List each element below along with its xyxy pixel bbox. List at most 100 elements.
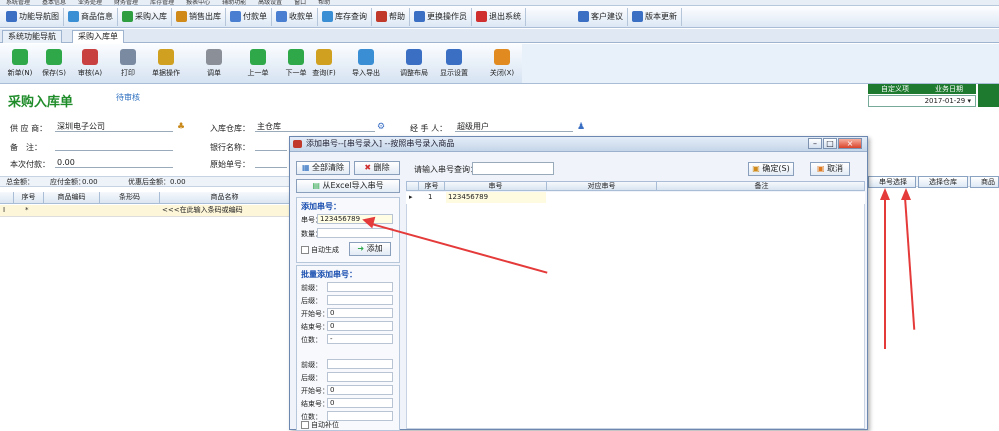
tab-purchase-receipt[interactable]: 采购入库单	[72, 30, 124, 43]
display-settings-button[interactable]: 显示设置	[436, 47, 472, 81]
audit-button[interactable]: 审核(A)	[72, 47, 108, 81]
serial-col-serial: 串号	[445, 182, 547, 191]
document-header	[0, 85, 999, 115]
new-button[interactable]: 新单(N)	[2, 47, 38, 81]
batch-field-input[interactable]	[327, 282, 393, 292]
batch-add-title: 批量添加串号：	[301, 270, 357, 279]
custom-fields-tab[interactable]: 自定义项	[868, 84, 922, 94]
quick-switch-user-button[interactable]: 更换操作员	[410, 7, 472, 26]
payment-label: 本次付款：	[10, 160, 50, 169]
pick-doc-icon	[206, 49, 222, 65]
batch-field-input[interactable]: 0	[327, 321, 393, 331]
quick-payment-button[interactable]: 付款单	[226, 7, 272, 26]
quick-product-button[interactable]: 商品信息	[64, 7, 118, 26]
batch-field-input[interactable]: 0	[327, 308, 393, 318]
toolbar-label: 调单	[207, 69, 221, 77]
batch-field-label: 后缀：	[301, 297, 322, 305]
auto-generate-checkbox[interactable]	[301, 246, 309, 254]
delete-button[interactable]: ✖ 删除	[354, 161, 400, 175]
serial-col-num: 序号	[419, 182, 445, 191]
batch-field-input[interactable]	[327, 295, 393, 305]
payment-field[interactable]: 0.00	[55, 158, 173, 168]
quick-update-button[interactable]: 版本更新	[628, 7, 682, 26]
quick-label: 退出系统	[489, 12, 521, 21]
import-export-button[interactable]: 导入导出	[348, 47, 384, 81]
operator-field[interactable]: 超级用户	[455, 122, 573, 132]
batch-field-input[interactable]	[327, 372, 393, 382]
query-icon	[316, 49, 332, 65]
layout-button[interactable]: 调整布局	[396, 47, 432, 81]
delete-icon: ✖	[364, 163, 374, 172]
remark-label: 备 注：	[10, 143, 42, 152]
prev-button[interactable]: 上一单	[240, 47, 276, 81]
supplier-field[interactable]: 深圳电子公司	[55, 122, 173, 132]
right-button-group: 串号选择 选择仓库 商品	[868, 176, 999, 188]
tab-navigation[interactable]: 系统功能导航	[2, 30, 62, 43]
grid-col-barcode: 条形码	[100, 192, 160, 204]
quick-feedback-button[interactable]: 客户建议	[574, 7, 628, 26]
pick-doc-button[interactable]: 调单	[196, 47, 232, 81]
toolbar-label: 调整布局	[400, 69, 428, 77]
quick-inventory-button[interactable]: 库存查询	[318, 7, 372, 26]
payment-icon	[230, 11, 241, 22]
toolbar-label: 单据操作	[152, 69, 180, 77]
doc-ops-button[interactable]: 单据操作	[148, 47, 184, 81]
annotation-arrowhead-left	[880, 188, 890, 200]
clear-all-button[interactable]: ▦ 全部清除	[296, 161, 350, 175]
grid-col-marker	[0, 192, 14, 204]
quick-exit-button[interactable]: 退出系统	[472, 7, 526, 26]
dialog-title: 添加串号--[串号录入] --按照串号录入商品 – □ ×	[290, 137, 867, 152]
close-icon[interactable]: ×	[838, 138, 862, 149]
quick-receipt-button[interactable]: 收款单	[272, 7, 318, 26]
confirm-button[interactable]: ▣ 确定(S)	[748, 162, 794, 176]
serial-input[interactable]: 123456789	[317, 214, 393, 224]
quick-purchase-button[interactable]: 采购入库	[118, 7, 172, 26]
batch-field-input[interactable]	[327, 359, 393, 369]
batch-field-input[interactable]: 0	[327, 385, 393, 395]
quick-help-button[interactable]: 帮助	[372, 7, 410, 26]
minimize-icon[interactable]: –	[808, 138, 822, 149]
quick-launch-bar: 功能导航图 商品信息 采购入库 销售出库 付款单 收款单 库存查询 帮助 更换操作员 退出系统 客户…	[0, 6, 999, 28]
batch-pad-checkbox[interactable]	[301, 421, 309, 429]
print-button[interactable]: 打印	[110, 47, 146, 81]
maximize-icon[interactable]: □	[823, 138, 837, 149]
display-settings-icon	[446, 49, 462, 65]
warehouse-picker-icon[interactable]: ⚙	[377, 122, 386, 132]
quick-sales-button[interactable]: 销售出库	[172, 7, 226, 26]
serial-table-row[interactable]: ▸ 1 123456789	[406, 192, 865, 204]
batch-add-panel: 批量添加串号： 前缀： 后缀： 开始号： 0 结束号： 0 位数： - 前缀： 后缀： 开始号： 0 结…	[296, 265, 400, 431]
query-button[interactable]: 查询(F)	[306, 47, 342, 81]
supplier-picker-icon[interactable]: ♣	[177, 122, 186, 132]
add-button[interactable]: ➜ 添加	[349, 242, 391, 256]
table-row[interactable]: I * <<<在此输入条码或编码	[0, 205, 290, 217]
close-button[interactable]: 关闭(X)	[484, 47, 520, 81]
business-date-select[interactable]: 2017-01-29 ▾	[868, 95, 976, 107]
confirm-label: 确定(S)	[762, 164, 790, 173]
import-excel-button[interactable]: ▤ 从Excel导入串号	[296, 179, 400, 193]
dialog-title-text: 添加串号--[串号录入] --按照串号录入商品	[306, 139, 455, 148]
bank-field[interactable]	[255, 141, 287, 151]
payable-value: 0.00	[82, 178, 98, 186]
clear-all-label: 全部清除	[312, 163, 345, 172]
save-button[interactable]: 保存(S)	[36, 47, 72, 81]
serial-row-num: 1	[428, 193, 433, 201]
feedback-icon	[578, 11, 589, 22]
serial-select-button[interactable]: 串号选择	[868, 176, 916, 188]
warehouse-field[interactable]: 主仓库	[255, 122, 375, 132]
business-date-tab[interactable]: 业务日期	[922, 84, 976, 94]
cancel-button[interactable]: ▣ 取消	[810, 162, 850, 176]
search-input[interactable]	[472, 162, 554, 175]
operator-picker-icon[interactable]: ♟	[577, 122, 586, 132]
quick-label: 收款单	[289, 12, 313, 21]
import-export-icon	[358, 49, 374, 65]
product-button[interactable]: 商品	[970, 176, 999, 188]
row-pointer-icon: ▸	[409, 193, 413, 201]
select-warehouse-button[interactable]: 选择仓库	[918, 176, 968, 188]
batch-field-input[interactable]: -	[327, 334, 393, 344]
bill-number-field[interactable]	[255, 158, 287, 168]
quick-navigation-button[interactable]: 功能导航图	[2, 7, 64, 26]
remark-field[interactable]	[55, 141, 173, 151]
qty-input[interactable]	[317, 228, 393, 238]
save-icon	[46, 49, 62, 65]
batch-field-input[interactable]: 0	[327, 398, 393, 408]
